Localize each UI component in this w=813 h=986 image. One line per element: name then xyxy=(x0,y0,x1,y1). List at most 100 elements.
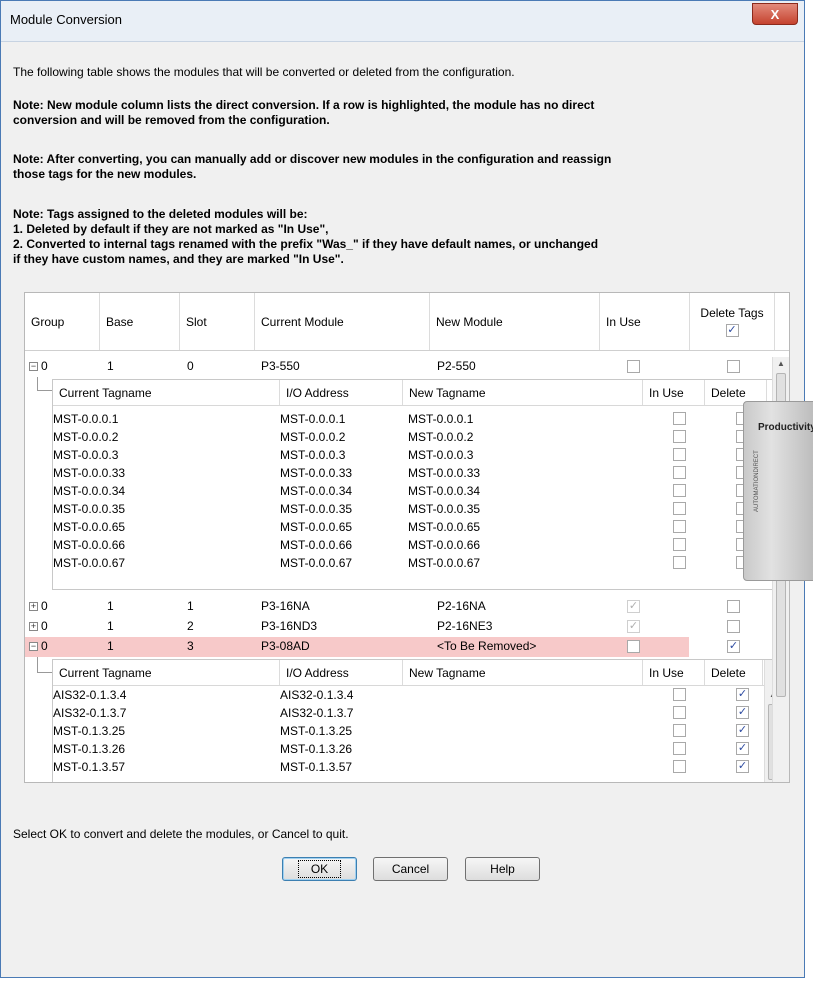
cell-new-tagname: MST-0.0.0.35 xyxy=(408,502,481,516)
col-new-tagname[interactable]: New Tagname xyxy=(403,660,643,685)
help-button[interactable]: Help xyxy=(465,857,540,881)
cell-tagname: MST-0.0.0.2 xyxy=(53,430,119,444)
cell-new-tagname: MST-0.0.0.33 xyxy=(408,466,481,480)
module-row[interactable]: + 0 1 2 P3-16ND3 P2-16NE3 ✓ xyxy=(25,617,775,637)
tag-row[interactable]: MST-0.0.0.34 MST-0.0.0.34 MST-0.0.0.34 xyxy=(53,482,763,500)
tag-row[interactable]: MST-0.1.3.26 MST-0.1.3.26 ✓ xyxy=(53,740,763,758)
col-sub-in-use[interactable]: In Use xyxy=(643,380,705,405)
cell-slot: 0 xyxy=(187,359,194,373)
tag-row[interactable]: MST-0.0.0.1 MST-0.0.0.1 MST-0.0.0.1 xyxy=(53,410,763,428)
tag-row[interactable]: MST-0.0.0.66 MST-0.0.0.66 MST-0.0.0.66 xyxy=(53,536,763,554)
col-base[interactable]: Base xyxy=(100,293,180,350)
tag-in-use-checkbox[interactable] xyxy=(673,724,686,737)
col-sub-in-use[interactable]: In Use xyxy=(643,660,705,685)
tag-row[interactable]: MST-0.0.0.35 MST-0.0.0.35 MST-0.0.0.35 xyxy=(53,500,763,518)
module-row[interactable]: + 0 1 1 P3-16NA P2-16NA ✓ xyxy=(25,597,775,617)
in-use-checkbox[interactable] xyxy=(627,360,640,373)
col-delete-tags[interactable]: Delete Tags ✓ xyxy=(690,293,775,350)
col-current-module[interactable]: Current Module xyxy=(255,293,430,350)
cell-io-address: MST-0.0.0.35 xyxy=(280,502,353,516)
delete-tags-checkbox[interactable]: ✓ xyxy=(727,640,740,653)
ok-label: OK xyxy=(297,860,342,878)
col-current-tagname[interactable]: Current Tagname xyxy=(53,380,280,405)
tag-row[interactable]: AIS32-0.1.3.4 AIS32-0.1.3.4 ✓ xyxy=(53,686,763,704)
cell-current-module: P3-08AD xyxy=(261,639,310,653)
tag-in-use-checkbox[interactable] xyxy=(673,502,686,515)
delete-tags-checkbox[interactable] xyxy=(727,620,740,633)
close-button[interactable]: X xyxy=(752,3,798,25)
tag-in-use-checkbox[interactable] xyxy=(673,760,686,773)
cell-tagname: MST-0.1.3.25 xyxy=(53,724,126,738)
tag-in-use-checkbox[interactable] xyxy=(673,466,686,479)
tag-in-use-checkbox[interactable] xyxy=(673,688,686,701)
tag-in-use-checkbox[interactable] xyxy=(673,448,686,461)
delete-all-checkbox[interactable]: ✓ xyxy=(725,324,739,337)
in-use-checkbox[interactable] xyxy=(627,640,640,653)
cell-new-tagname: MST-0.0.0.34 xyxy=(408,484,481,498)
cell-new-module: P2-550 xyxy=(437,359,476,373)
tag-row[interactable]: AIS32-0.1.3.7 AIS32-0.1.3.7 ✓ xyxy=(53,704,763,722)
col-sub-delete[interactable]: Delete xyxy=(705,660,763,685)
cell-new-tagname: MST-0.0.0.67 xyxy=(408,556,481,570)
tag-delete-checkbox[interactable]: ✓ xyxy=(736,706,749,719)
tag-in-use-checkbox[interactable] xyxy=(673,430,686,443)
cancel-button[interactable]: Cancel xyxy=(373,857,448,881)
note-line: if they have custom names, and they are … xyxy=(13,252,344,266)
module-row-removed[interactable]: − 0 1 3 P3-08AD <To Be Removed> xyxy=(25,637,689,657)
col-slot[interactable]: Slot xyxy=(180,293,255,350)
cell-current-module: P3-550 xyxy=(261,359,300,373)
tag-row[interactable]: MST-0.1.3.25 MST-0.1.3.25 ✓ xyxy=(53,722,763,740)
col-io-address[interactable]: I/O Address xyxy=(280,660,403,685)
tag-in-use-checkbox[interactable] xyxy=(673,706,686,719)
tag-row[interactable]: MST-0.0.0.3 MST-0.0.0.3 MST-0.0.0.3 xyxy=(53,446,763,464)
col-group[interactable]: Group xyxy=(25,293,100,350)
collapse-icon[interactable]: − xyxy=(29,362,38,371)
tag-row[interactable]: MST-0.0.0.33 MST-0.0.0.33 MST-0.0.0.33 xyxy=(53,464,763,482)
cell-group: 0 xyxy=(41,639,48,653)
cell-io-address: MST-0.0.0.3 xyxy=(280,448,346,462)
tag-delete-checkbox[interactable]: ✓ xyxy=(736,688,749,701)
tag-delete-checkbox[interactable]: ✓ xyxy=(736,760,749,773)
note-deleted-tags: Note: Tags assigned to the deleted modul… xyxy=(13,207,793,267)
module-conversion-dialog: Module Conversion X The following table … xyxy=(0,0,813,978)
ok-button[interactable]: OK xyxy=(282,857,357,881)
tag-in-use-checkbox[interactable] xyxy=(673,412,686,425)
col-new-tagname[interactable]: New Tagname xyxy=(403,380,643,405)
expand-icon[interactable]: + xyxy=(29,622,38,631)
delete-tags-checkbox[interactable] xyxy=(727,360,740,373)
cell-base: 1 xyxy=(107,619,114,633)
note-line: 1. Deleted by default if they are not ma… xyxy=(13,222,329,236)
cell-io-address: AIS32-0.1.3.4 xyxy=(280,688,354,702)
tag-row[interactable]: MST-0.1.3.57 MST-0.1.3.57 ✓ xyxy=(53,758,763,776)
col-io-address[interactable]: I/O Address xyxy=(280,380,403,405)
tag-delete-checkbox[interactable]: ✓ xyxy=(736,724,749,737)
note-line: conversion and will be removed from the … xyxy=(13,113,330,127)
col-current-tagname[interactable]: Current Tagname xyxy=(53,660,280,685)
cell-tagname: AIS32-0.1.3.7 xyxy=(53,706,127,720)
module-row[interactable]: − 0 1 0 P3-550 P2-550 xyxy=(25,357,775,377)
expand-icon[interactable]: + xyxy=(29,602,38,611)
tag-in-use-checkbox[interactable] xyxy=(673,520,686,533)
tag-in-use-checkbox[interactable] xyxy=(673,556,686,569)
tag-in-use-checkbox[interactable] xyxy=(673,538,686,551)
cell-new-module: P2-16NA xyxy=(437,599,486,613)
tag-delete-checkbox[interactable]: ✓ xyxy=(736,742,749,755)
tag-row[interactable]: MST-0.0.0.2 MST-0.0.0.2 MST-0.0.0.2 xyxy=(53,428,763,446)
note-line: Note: New module column lists the direct… xyxy=(13,98,595,112)
collapse-icon[interactable]: − xyxy=(29,642,38,651)
cancel-label: Cancel xyxy=(391,862,430,876)
col-new-module[interactable]: New Module xyxy=(430,293,600,350)
tag-in-use-checkbox[interactable] xyxy=(673,742,686,755)
cell-tagname: MST-0.0.0.33 xyxy=(53,466,126,480)
cell-base: 1 xyxy=(107,359,114,373)
scroll-up-icon[interactable]: ▲ xyxy=(777,359,785,368)
col-in-use[interactable]: In Use xyxy=(600,293,690,350)
cell-new-tagname: MST-0.0.0.66 xyxy=(408,538,481,552)
cell-base: 1 xyxy=(107,639,114,653)
tag-in-use-checkbox[interactable] xyxy=(673,484,686,497)
window-title: Module Conversion xyxy=(10,12,123,27)
tag-row[interactable]: MST-0.0.0.65 MST-0.0.0.65 MST-0.0.0.65 xyxy=(53,518,763,536)
tag-row[interactable]: MST-0.0.0.67 MST-0.0.0.67 MST-0.0.0.67 xyxy=(53,554,763,572)
cell-base: 1 xyxy=(107,599,114,613)
delete-tags-checkbox[interactable] xyxy=(727,600,740,613)
